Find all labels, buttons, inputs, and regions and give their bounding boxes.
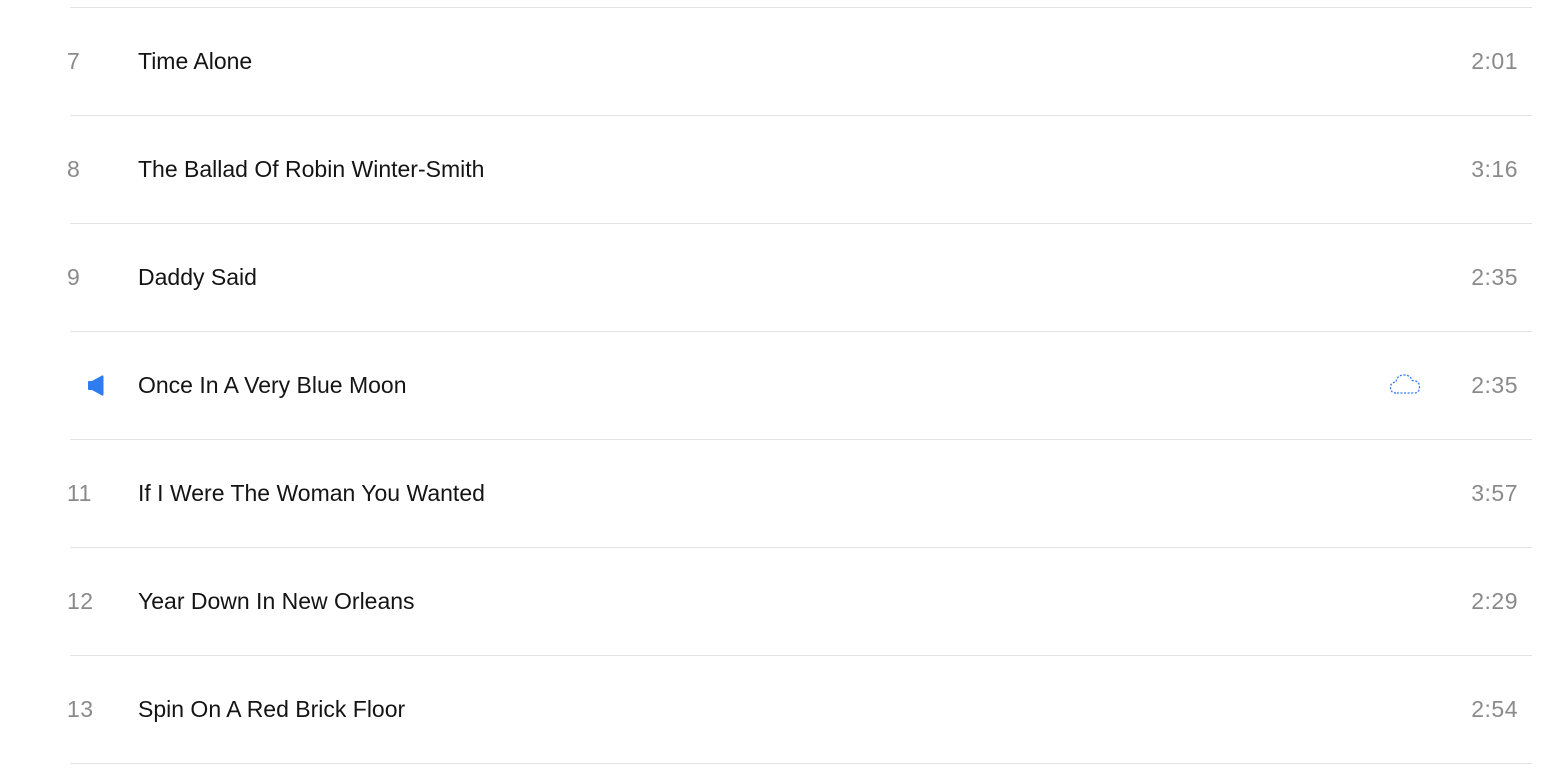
track-title[interactable]: Spin On A Red Brick Floor [138,656,405,763]
track-row[interactable]: 12 Year Down In New Orleans 2:29 [67,548,1532,656]
track-title[interactable]: Once In A Very Blue Moon [138,332,407,439]
track-title[interactable]: The Ballad Of Robin Winter-Smith [138,116,484,223]
track-duration: 2:35 [1471,372,1518,398]
track-number: 11 [67,480,92,506]
track-row-now-playing[interactable]: Once In A Very Blue Moon 2:35 [70,332,1532,440]
track-row[interactable]: 8 The Ballad Of Robin Winter-Smith 3:16 [67,116,1532,224]
track-duration: 2:01 [1471,48,1518,74]
track-title[interactable]: Daddy Said [138,224,257,331]
track-row[interactable]: 11 If I Were The Woman You Wanted 3:57 [67,440,1532,548]
track-list: 7 Time Alone 2:01 8 The Ballad Of Robin … [67,7,1532,764]
track-number: 12 [67,588,94,614]
track-title[interactable]: Year Down In New Orleans [138,548,415,655]
track-duration: 3:57 [1471,480,1518,506]
track-number: 8 [67,156,81,182]
track-number: 7 [67,48,81,74]
track-number: 13 [67,696,94,722]
track-row[interactable]: 13 Spin On A Red Brick Floor 2:54 [67,656,1532,764]
track-row[interactable]: 7 Time Alone 2:01 [67,8,1532,116]
track-title[interactable]: If I Were The Woman You Wanted [138,440,485,547]
cloud-download-icon[interactable] [1389,373,1421,395]
track-duration: 2:35 [1471,264,1518,290]
track-duration: 2:54 [1471,696,1518,722]
track-duration: 3:16 [1471,156,1518,182]
track-duration: 2:29 [1471,588,1518,614]
track-number: 9 [67,264,81,290]
track-title[interactable]: Time Alone [138,8,252,115]
track-row[interactable]: 9 Daddy Said 2:35 [67,224,1532,332]
speaker-icon[interactable] [88,375,104,396]
